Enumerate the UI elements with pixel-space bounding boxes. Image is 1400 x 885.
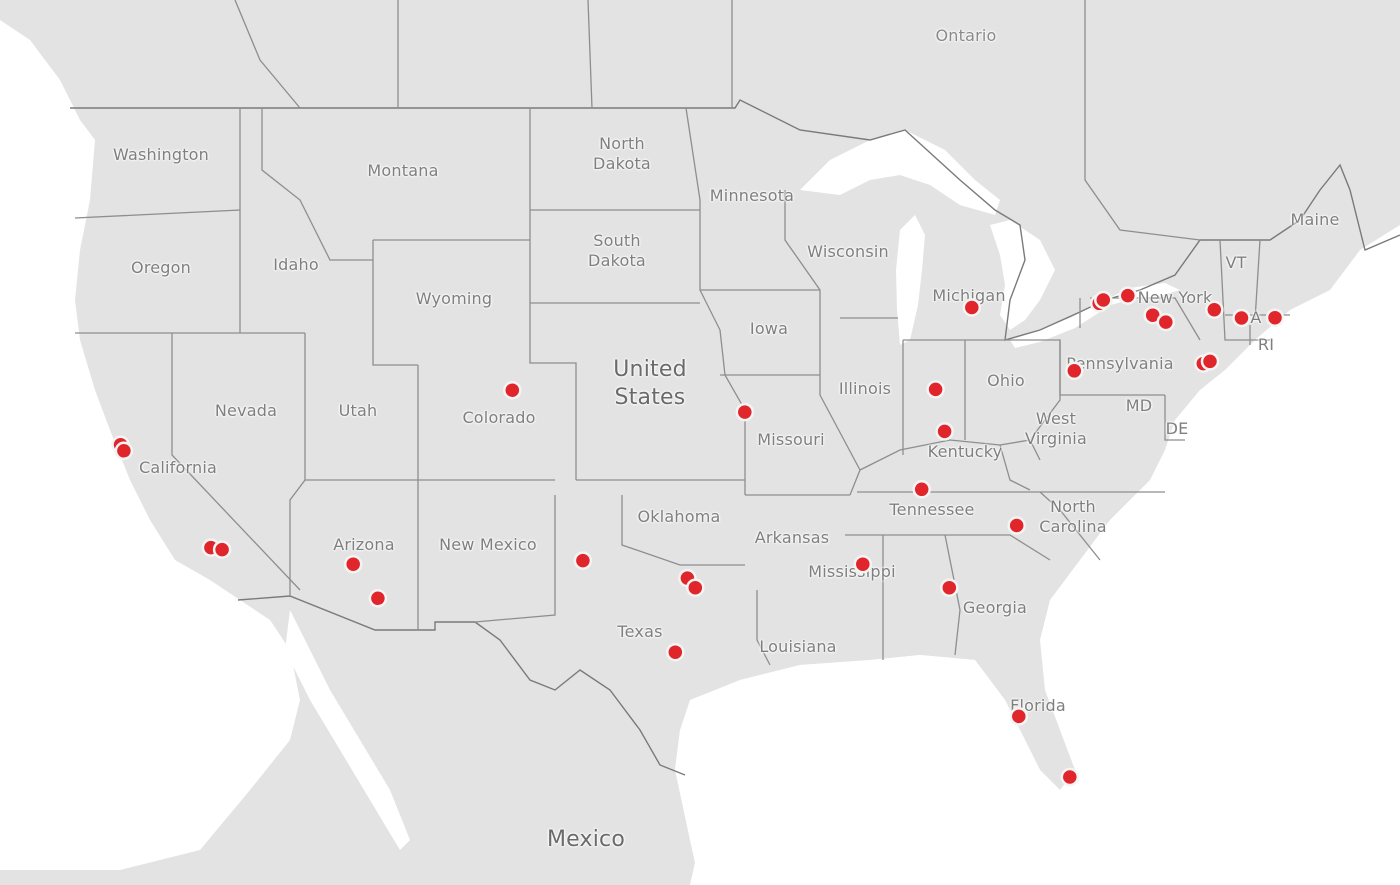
location-marker[interactable]: Binghamton area, New York bbox=[1156, 312, 1176, 332]
location-marker[interactable]: San Francisco Bay 2, California bbox=[114, 441, 134, 461]
location-marker[interactable]: Mississippi, Mississippi bbox=[853, 554, 873, 574]
location-marker[interactable]: Albany area, New York bbox=[1205, 300, 1224, 319]
location-marker[interactable]: Michigan, Michigan bbox=[962, 298, 982, 317]
location-marker[interactable]: West Texas, Texas bbox=[573, 551, 593, 570]
location-marker[interactable]: Fort Worth area, Texas bbox=[686, 578, 705, 597]
location-marker[interactable]: Kansas City area, Kansas bbox=[735, 402, 755, 422]
location-marker[interactable]: Buffalo area 2, New York bbox=[1094, 290, 1113, 310]
location-marker[interactable]: Boston area, Massachusetts bbox=[1265, 308, 1285, 327]
location-marker[interactable]: Worcester area, Massachusetts bbox=[1232, 308, 1251, 328]
location-marker[interactable]: NYC area 2, New York bbox=[1200, 352, 1220, 371]
location-marker[interactable]: Alabama, Alabama bbox=[940, 578, 959, 597]
location-marker[interactable]: Tucson area, Arizona bbox=[368, 589, 388, 608]
location-marker[interactable]: Indianapolis area, Indiana bbox=[926, 380, 945, 399]
location-marker[interactable]: Austin area, Texas bbox=[666, 642, 685, 662]
markers-layer: San Francisco Bay 1, CaliforniaSan Franc… bbox=[111, 286, 1285, 787]
location-marker[interactable]: Louisville area, Kentucky bbox=[935, 422, 954, 441]
location-marker[interactable]: Denver area, Colorado bbox=[503, 380, 522, 400]
location-marker[interactable]: Georgia/SC, Georgia bbox=[1007, 516, 1026, 535]
location-marker[interactable]: Los Angeles area 2, California bbox=[212, 540, 232, 559]
location-marker[interactable]: Pittsburgh area, Pennsylvania bbox=[1065, 361, 1084, 381]
location-marker[interactable]: Rochester area, New York bbox=[1118, 286, 1138, 305]
location-marker[interactable]: Nashville area, Tennessee bbox=[912, 480, 931, 499]
location-marker[interactable]: Phoenix area, Arizona bbox=[343, 554, 363, 574]
location-marker[interactable]: Miami area, Florida bbox=[1060, 767, 1080, 787]
location-marker[interactable]: Tampa area, Florida bbox=[1009, 707, 1029, 726]
map-canvas[interactable]: United States Mexico Ontario Washington … bbox=[0, 0, 1400, 885]
